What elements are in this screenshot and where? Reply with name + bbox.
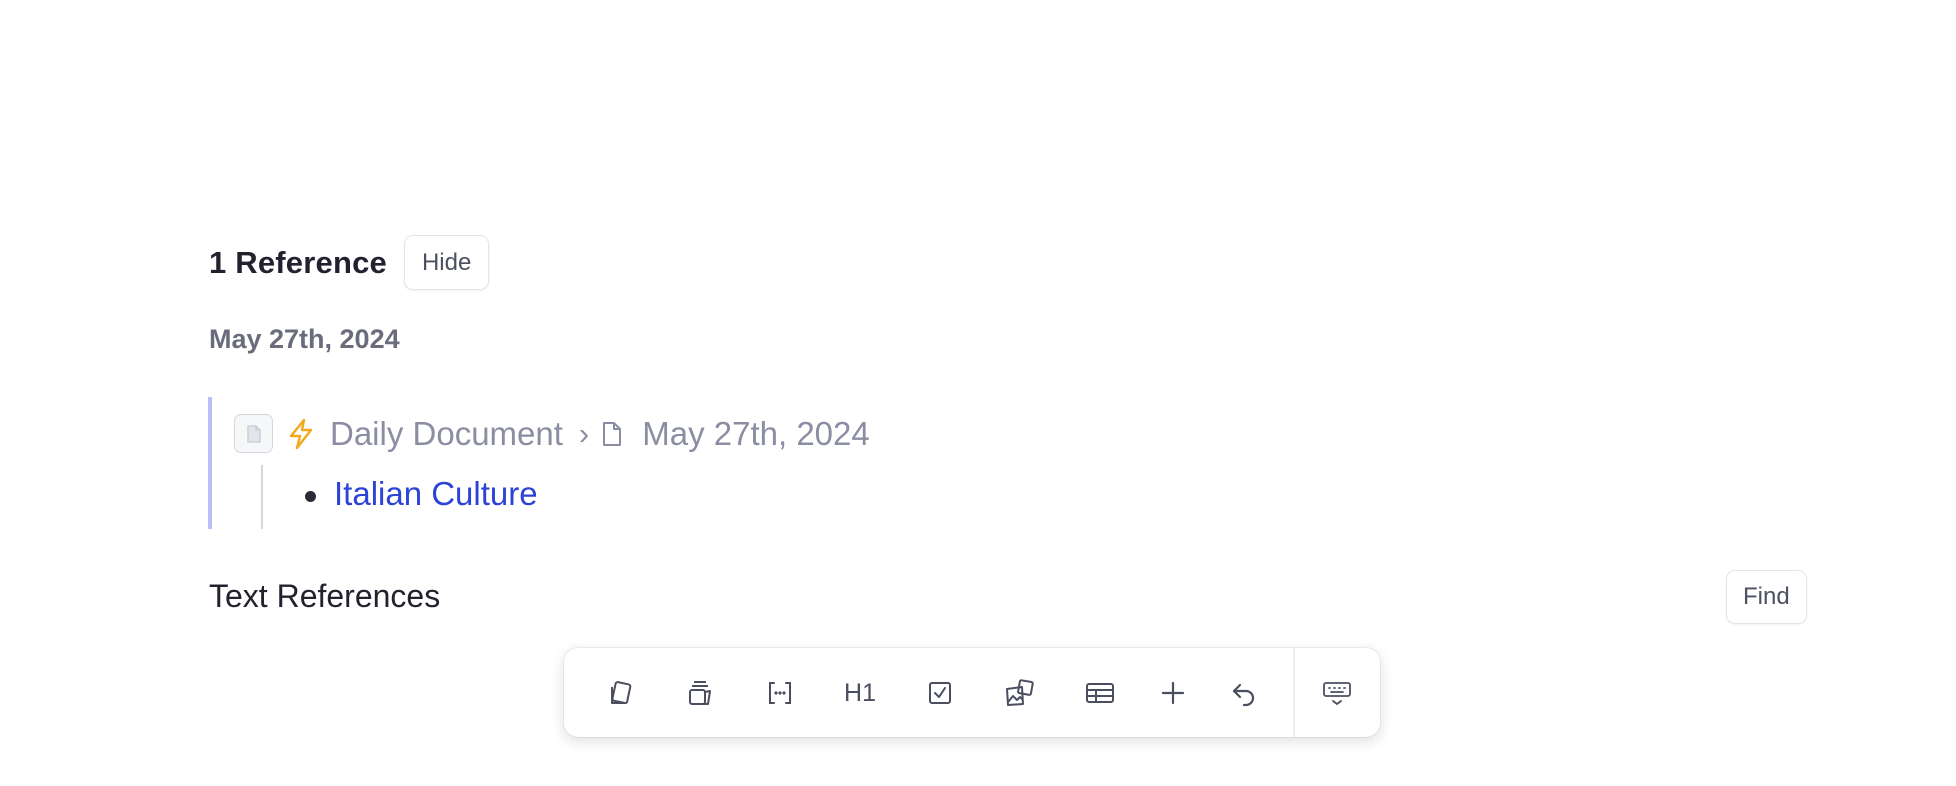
lightning-icon xyxy=(286,418,316,450)
checkbox-icon[interactable] xyxy=(917,670,963,716)
keyboard-hide-icon[interactable] xyxy=(1314,670,1360,716)
plus-icon[interactable] xyxy=(1150,670,1196,716)
reference-card: Daily Document › May 27th, 2024 Italian … xyxy=(208,397,1208,529)
undo-icon[interactable] xyxy=(1221,670,1267,716)
page-toggle-icon[interactable] xyxy=(234,414,273,453)
reference-breadcrumb: Daily Document › May 27th, 2024 xyxy=(234,414,870,453)
heading-1-label: H1 xyxy=(844,678,876,707)
editor-toolbar: H1 xyxy=(564,648,1380,737)
references-header: 1 Reference Hide xyxy=(209,235,490,290)
document-icon xyxy=(601,420,623,448)
heading-1-button[interactable]: H1 xyxy=(837,670,883,716)
breadcrumb-separator: › xyxy=(578,415,590,451)
bullet-point[interactable] xyxy=(305,491,316,502)
text-references-heading: Text References xyxy=(209,578,441,614)
hide-button[interactable]: Hide xyxy=(403,235,490,290)
toolbar-divider xyxy=(1293,648,1295,737)
code-brackets-icon[interactable] xyxy=(757,670,803,716)
reference-count: 1 Reference xyxy=(209,244,387,280)
italian-culture-link[interactable]: Italian Culture xyxy=(334,475,538,513)
stack-icon[interactable] xyxy=(677,670,723,716)
find-button[interactable]: Find xyxy=(1726,570,1807,624)
image-icon[interactable] xyxy=(997,670,1043,716)
breadcrumb-root[interactable]: Daily Document xyxy=(330,415,563,453)
table-icon[interactable] xyxy=(1077,670,1123,716)
reference-date-heading: May 27th, 2024 xyxy=(209,324,400,354)
breadcrumb-page[interactable]: May 27th, 2024 xyxy=(642,415,870,453)
reference-body: Italian Culture xyxy=(261,465,538,529)
copy-icon[interactable] xyxy=(597,670,643,716)
